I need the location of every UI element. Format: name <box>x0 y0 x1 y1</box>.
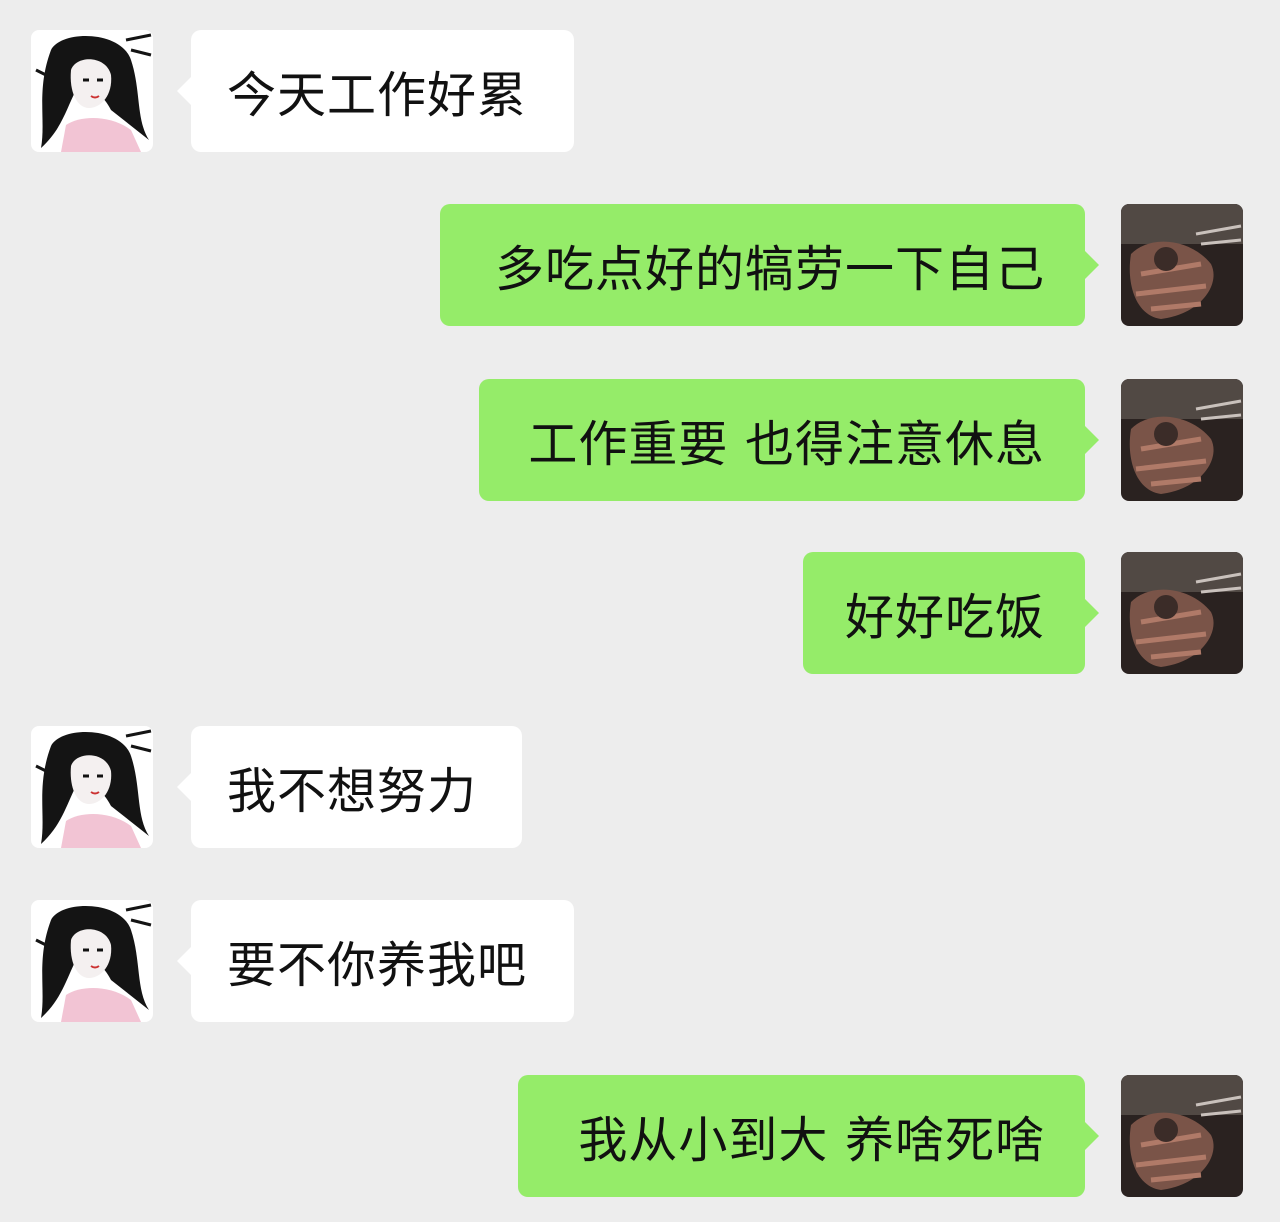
message-text: 我从小到大 养啥死啥 <box>578 1111 1045 1169</box>
dark-photo-avatar-icon <box>1121 204 1243 326</box>
contact-avatar[interactable] <box>31 726 153 848</box>
message-bubble-outgoing[interactable]: 工作重要 也得注意休息 <box>479 379 1099 501</box>
message-bubble-incoming[interactable]: 要不你养我吧 <box>177 900 574 1022</box>
message-text: 多吃点好的犒劳一下自己 <box>494 240 1045 298</box>
message-bubble-outgoing[interactable]: 多吃点好的犒劳一下自己 <box>440 204 1099 326</box>
self-avatar[interactable] <box>1121 1075 1243 1197</box>
message-bubble-incoming[interactable]: 我不想努力 <box>177 726 522 848</box>
message-text: 好好吃饭 <box>844 588 1045 646</box>
dark-photo-avatar-icon <box>1121 1075 1243 1197</box>
self-avatar[interactable] <box>1121 552 1243 674</box>
girl-illustration-avatar-icon <box>31 900 153 1022</box>
message-text: 我不想努力 <box>227 762 478 820</box>
message-bubble-outgoing[interactable]: 好好吃饭 <box>803 552 1099 674</box>
self-avatar[interactable] <box>1121 379 1243 501</box>
message-bubble-incoming[interactable]: 今天工作好累 <box>177 30 574 152</box>
dark-photo-avatar-icon <box>1121 552 1243 674</box>
message-text: 今天工作好累 <box>227 66 528 124</box>
girl-illustration-avatar-icon <box>31 30 153 152</box>
chat-window: 今天工作好累 多吃点好的犒劳一下自己 工作重要 也得注意休息 好好吃饭 我不想努… <box>0 0 1280 1222</box>
message-text: 工作重要 也得注意休息 <box>528 415 1045 473</box>
dark-photo-avatar-icon <box>1121 379 1243 501</box>
contact-avatar[interactable] <box>31 30 153 152</box>
message-bubble-outgoing[interactable]: 我从小到大 养啥死啥 <box>518 1075 1099 1197</box>
contact-avatar[interactable] <box>31 900 153 1022</box>
self-avatar[interactable] <box>1121 204 1243 326</box>
message-text: 要不你养我吧 <box>227 936 528 994</box>
girl-illustration-avatar-icon <box>31 726 153 848</box>
